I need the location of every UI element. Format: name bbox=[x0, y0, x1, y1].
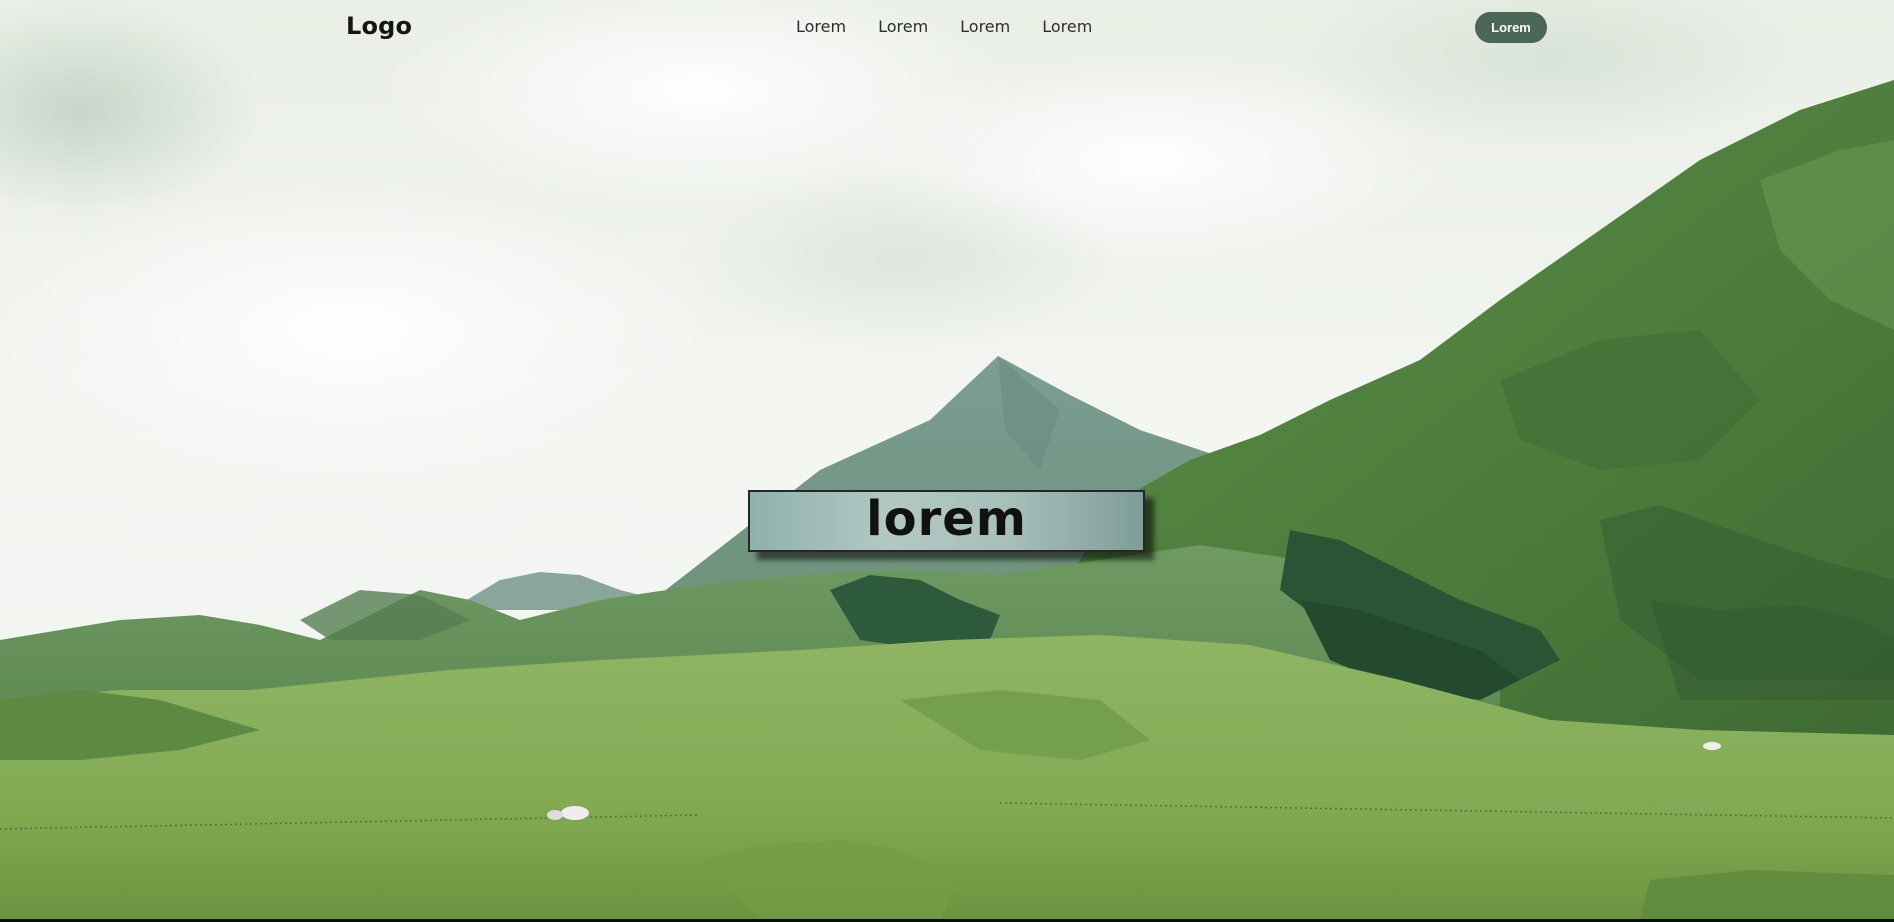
top-navigation-bar: Logo Lorem Lorem Lorem Lorem Lorem bbox=[0, 0, 1894, 54]
nav-link-1[interactable]: Lorem bbox=[796, 17, 846, 36]
landscape-background-image bbox=[0, 0, 1894, 919]
header-cta-button[interactable]: Lorem bbox=[1475, 12, 1547, 43]
nav-link-4[interactable]: Lorem bbox=[1042, 17, 1092, 36]
page: Logo Lorem Lorem Lorem Lorem Lorem lorem bbox=[0, 0, 1894, 919]
main-nav: Lorem Lorem Lorem Lorem bbox=[796, 17, 1092, 36]
logo[interactable]: Logo bbox=[346, 12, 412, 40]
nav-link-3[interactable]: Lorem bbox=[960, 17, 1010, 36]
hero-title: lorem bbox=[866, 491, 1027, 547]
hero-title-box: lorem bbox=[748, 490, 1145, 552]
nav-link-2[interactable]: Lorem bbox=[878, 17, 928, 36]
